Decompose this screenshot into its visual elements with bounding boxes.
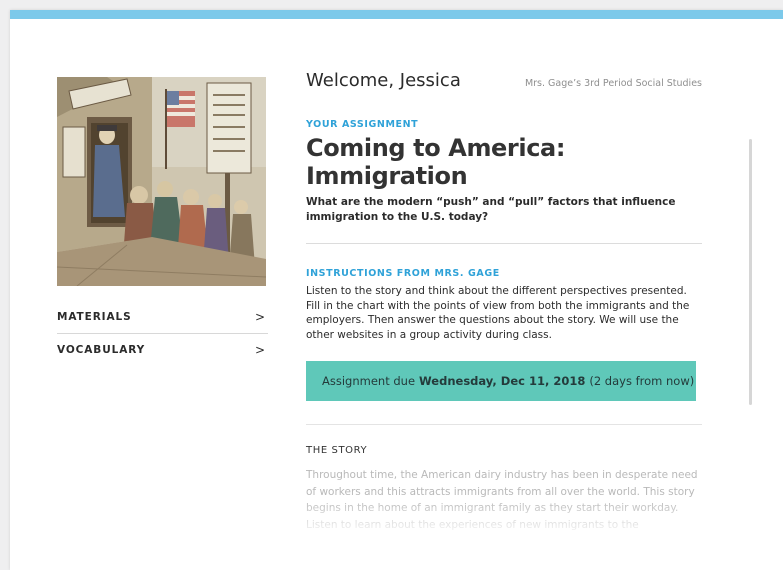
class-name: Mrs. Gage’s 3rd Period Social Studies (524, 78, 702, 89)
welcome-row: Welcome, Jessica Mrs. Gage’s 3rd Period … (306, 70, 702, 91)
assignment-question: What are the modern “push” and “pull” fa… (306, 196, 676, 223)
chevron-right-icon: > (255, 310, 266, 324)
main-content: Welcome, Jessica Mrs. Gage’s 3rd Period … (306, 70, 702, 539)
divider (306, 424, 702, 425)
sidebar-item-label: VOCABULARY (57, 344, 146, 356)
due-date: Wednesday, Dec 11, 2018 (419, 374, 586, 388)
assignment-title: Coming to America: Immigration (306, 134, 566, 190)
sidebar-item-vocabulary[interactable]: VOCABULARY > (57, 334, 268, 366)
top-accent-bar (10, 10, 783, 19)
story-fade-overlay (306, 499, 702, 539)
assignment-image (57, 77, 266, 286)
welcome-heading: Welcome, Jessica (306, 70, 461, 91)
story-heading: THE STORY (306, 445, 368, 456)
assignment-page: MATERIALS > VOCABULARY > Welcome, Jessic… (10, 10, 783, 570)
due-prefix: Assignment due (322, 374, 416, 388)
assignment-kicker: YOUR ASSIGNMENT (306, 119, 419, 130)
due-date-banner: Assignment due Wednesday, Dec 11, 2018 (… (306, 361, 696, 401)
due-relative: (2 days from now) (589, 374, 695, 388)
chevron-right-icon: > (255, 343, 266, 357)
content-scrollbar[interactable] (749, 139, 752, 405)
sidebar-nav: MATERIALS > VOCABULARY > (57, 301, 268, 366)
instructions-text: Listen to the story and think about the … (306, 285, 690, 341)
immigration-cartoon-illustration (57, 77, 266, 286)
sidebar-item-label: MATERIALS (57, 311, 132, 323)
story-preview: Throughout time, the American dairy indu… (306, 467, 702, 539)
sidebar-item-materials[interactable]: MATERIALS > (57, 301, 268, 334)
instructions-kicker: INSTRUCTIONS FROM MRS. GAGE (306, 268, 500, 279)
divider (306, 243, 702, 244)
